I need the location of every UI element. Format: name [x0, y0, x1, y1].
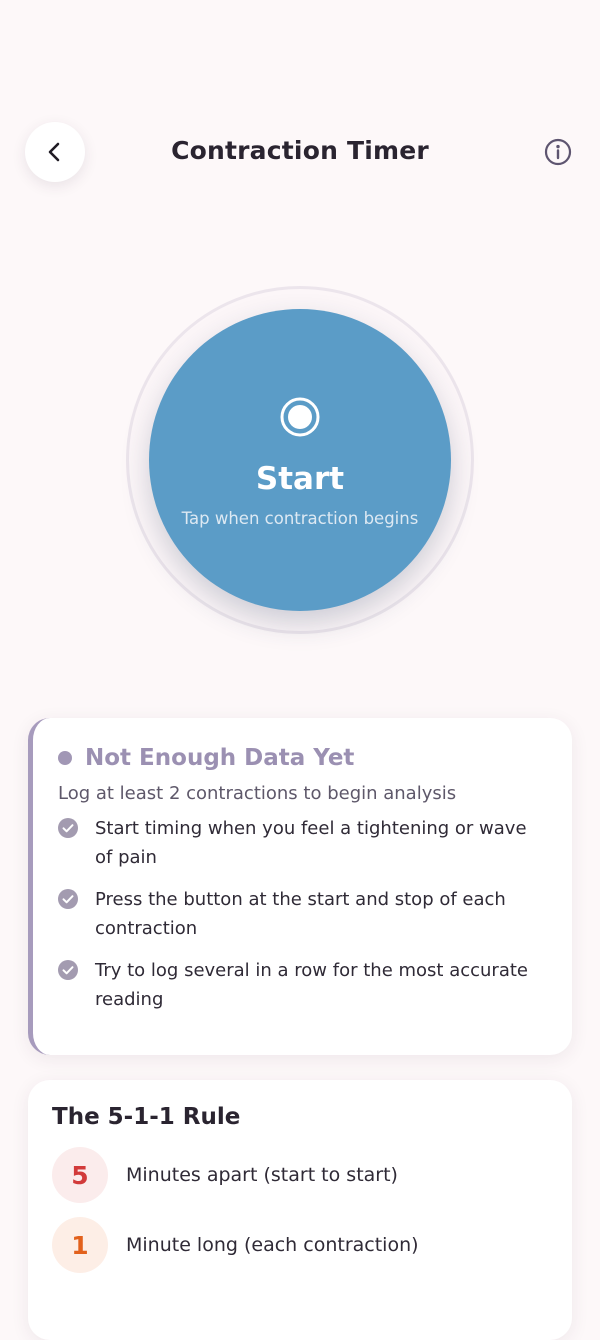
tip-text: Start timing when you feel a tightening … [95, 818, 527, 868]
status-title: Not Enough Data Yet [85, 745, 355, 771]
tip-item: Try to log several in a row for the most… [58, 956, 548, 1014]
timer-ring: Start Tap when contraction begins [126, 286, 474, 634]
rule-item: 5 Minutes apart (start to start) [52, 1147, 548, 1203]
rule-number-badge: 1 [52, 1217, 108, 1273]
rule-item-text: Minutes apart (start to start) [126, 1164, 398, 1186]
start-timer-button[interactable]: Start Tap when contraction begins [149, 309, 451, 611]
rule-card: The 5-1-1 Rule 5 Minutes apart (start to… [28, 1080, 572, 1340]
tips-list: Start timing when you feel a tightening … [58, 814, 548, 1014]
check-circle-icon [58, 960, 78, 980]
page-title: Contraction Timer [171, 136, 429, 165]
info-button[interactable] [543, 137, 573, 167]
status-dot [58, 751, 72, 765]
record-icon [280, 397, 320, 437]
tip-text: Press the button at the start and stop o… [95, 889, 506, 939]
check-circle-icon [58, 889, 78, 909]
rule-number-badge: 5 [52, 1147, 108, 1203]
rule-title: The 5-1-1 Rule [52, 1104, 241, 1130]
start-hint: Tap when contraction begins [181, 509, 419, 528]
header: Contraction Timer [0, 122, 600, 184]
status-card: Not Enough Data Yet Log at least 2 contr… [28, 718, 572, 1055]
rule-item-text: Minute long (each contraction) [126, 1234, 419, 1256]
check-circle-icon [58, 818, 78, 838]
status-subtitle: Log at least 2 contractions to begin ana… [58, 783, 457, 804]
info-circle-icon [544, 138, 572, 166]
rule-item: 1 Minute long (each contraction) [52, 1217, 548, 1273]
tip-item: Press the button at the start and stop o… [58, 885, 548, 943]
status-header: Not Enough Data Yet [58, 745, 548, 771]
start-label: Start [255, 461, 345, 497]
tip-item: Start timing when you feel a tightening … [58, 814, 548, 872]
tip-text: Try to log several in a row for the most… [95, 960, 528, 1010]
